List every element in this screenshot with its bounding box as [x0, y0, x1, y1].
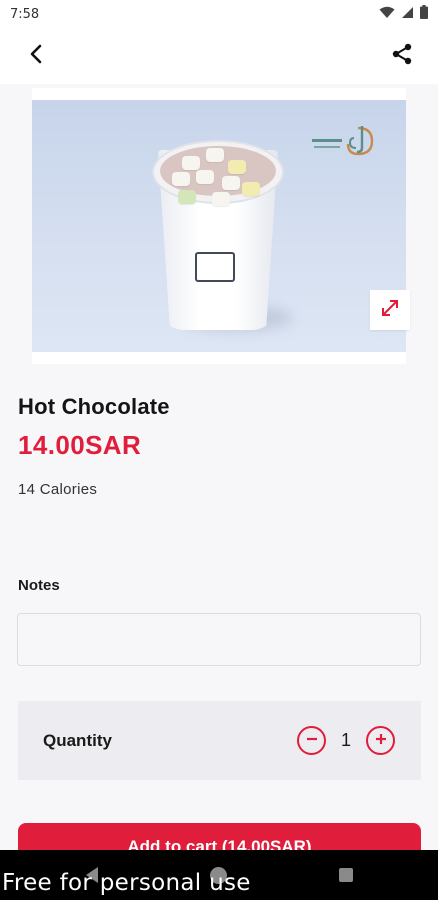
app-bar	[0, 28, 438, 84]
wifi-icon	[379, 6, 395, 23]
marshmallow	[172, 172, 190, 186]
marshmallow	[242, 182, 260, 196]
minus-icon	[305, 731, 319, 750]
marshmallow	[196, 170, 214, 184]
notes-input[interactable]	[17, 613, 421, 666]
share-button[interactable]	[388, 42, 416, 70]
back-button[interactable]	[22, 42, 50, 70]
marshmallow	[182, 156, 200, 170]
quantity-stepper: 1	[297, 726, 395, 755]
decrease-quantity-button[interactable]	[297, 726, 326, 755]
expand-icon	[380, 298, 400, 322]
product-image-frame	[32, 88, 410, 364]
product-title: Hot Chocolate	[18, 394, 170, 419]
product-price: 14.00SAR	[18, 430, 142, 460]
status-time: 7:58	[10, 6, 40, 22]
watermark-text: Free for personal use	[2, 870, 251, 896]
cell-signal-icon	[401, 6, 414, 23]
product-calories: 14 Calories	[18, 481, 98, 498]
product-photo	[32, 100, 406, 352]
expand-image-button[interactable]	[370, 290, 410, 330]
increase-quantity-button[interactable]	[366, 726, 395, 755]
plus-icon	[374, 731, 388, 750]
marshmallow	[206, 148, 224, 162]
cup-logo	[195, 252, 235, 282]
battery-icon	[420, 5, 428, 23]
nav-recents-icon[interactable]	[339, 868, 353, 882]
chevron-left-icon	[29, 44, 43, 68]
marshmallow	[212, 192, 230, 206]
brand-logo-icon	[310, 122, 380, 160]
status-icons	[379, 5, 428, 23]
share-icon	[391, 43, 413, 69]
notes-label: Notes	[18, 577, 60, 594]
quantity-selector: Quantity 1	[18, 701, 421, 780]
marshmallow	[228, 160, 246, 174]
status-bar: 7:58	[0, 0, 438, 28]
marshmallow	[178, 190, 196, 204]
quantity-label: Quantity	[43, 730, 112, 750]
quantity-value: 1	[340, 730, 351, 750]
marshmallow	[222, 176, 240, 190]
